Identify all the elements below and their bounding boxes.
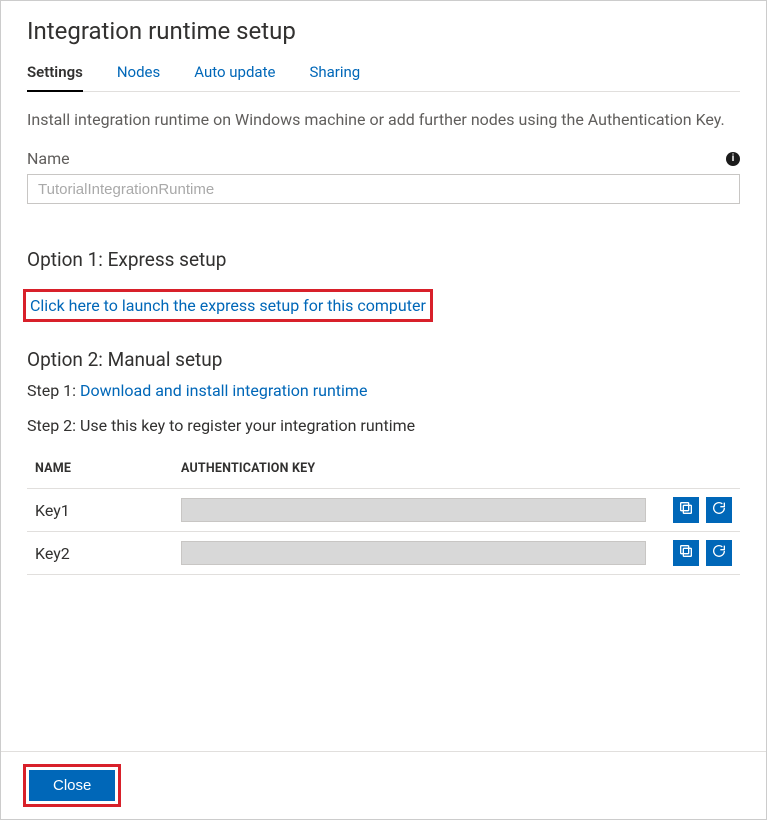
name-field-label-row: Name i [27, 149, 740, 168]
tab-auto-update[interactable]: Auto update [194, 63, 275, 91]
regenerate-key2-button[interactable] [706, 540, 732, 566]
step1: Step 1: Download and install integration… [27, 381, 740, 400]
step2: Step 2: Use this key to register your in… [27, 416, 740, 435]
step1-prefix: Step 1: [27, 381, 76, 400]
info-icon[interactable]: i [726, 152, 740, 166]
col-actions [654, 453, 740, 489]
page-title: Integration runtime setup [27, 17, 740, 45]
option1-heading: Option 1: Express setup [27, 248, 740, 271]
tabs: Settings Nodes Auto update Sharing [27, 63, 740, 92]
table-row: Key2 [27, 532, 740, 575]
copy-key1-button[interactable] [673, 497, 699, 523]
key-name: Key1 [27, 489, 173, 532]
name-input[interactable] [27, 174, 740, 204]
panel-content: Integration runtime setup Settings Nodes… [1, 1, 766, 751]
name-label: Name [27, 149, 70, 168]
key2-input[interactable] [181, 541, 646, 565]
key-name: Key2 [27, 532, 173, 575]
refresh-icon [711, 543, 727, 563]
description-text: Install integration runtime on Windows m… [27, 108, 740, 131]
copy-icon [678, 543, 694, 563]
key1-input[interactable] [181, 498, 646, 522]
keys-table: NAME AUTHENTICATION KEY Key1 [27, 453, 740, 575]
close-button-highlight: Close [23, 764, 121, 807]
tab-settings[interactable]: Settings [27, 63, 83, 91]
tab-nodes[interactable]: Nodes [117, 63, 160, 91]
tab-sharing[interactable]: Sharing [309, 63, 360, 91]
copy-icon [678, 500, 694, 520]
integration-runtime-setup-panel: Integration runtime setup Settings Nodes… [0, 0, 767, 820]
panel-footer: Close [1, 751, 766, 819]
col-name: NAME [27, 453, 173, 489]
table-row: Key1 [27, 489, 740, 532]
refresh-icon [711, 500, 727, 520]
option2-heading: Option 2: Manual setup [27, 348, 740, 371]
express-setup-highlight: Click here to launch the express setup f… [23, 289, 433, 322]
express-setup-link[interactable]: Click here to launch the express setup f… [30, 296, 426, 315]
name-field: Name i [27, 149, 740, 204]
col-key: AUTHENTICATION KEY [173, 453, 654, 489]
regenerate-key1-button[interactable] [706, 497, 732, 523]
download-runtime-link[interactable]: Download and install integration runtime [80, 381, 367, 400]
copy-key2-button[interactable] [673, 540, 699, 566]
close-button[interactable]: Close [29, 770, 115, 801]
